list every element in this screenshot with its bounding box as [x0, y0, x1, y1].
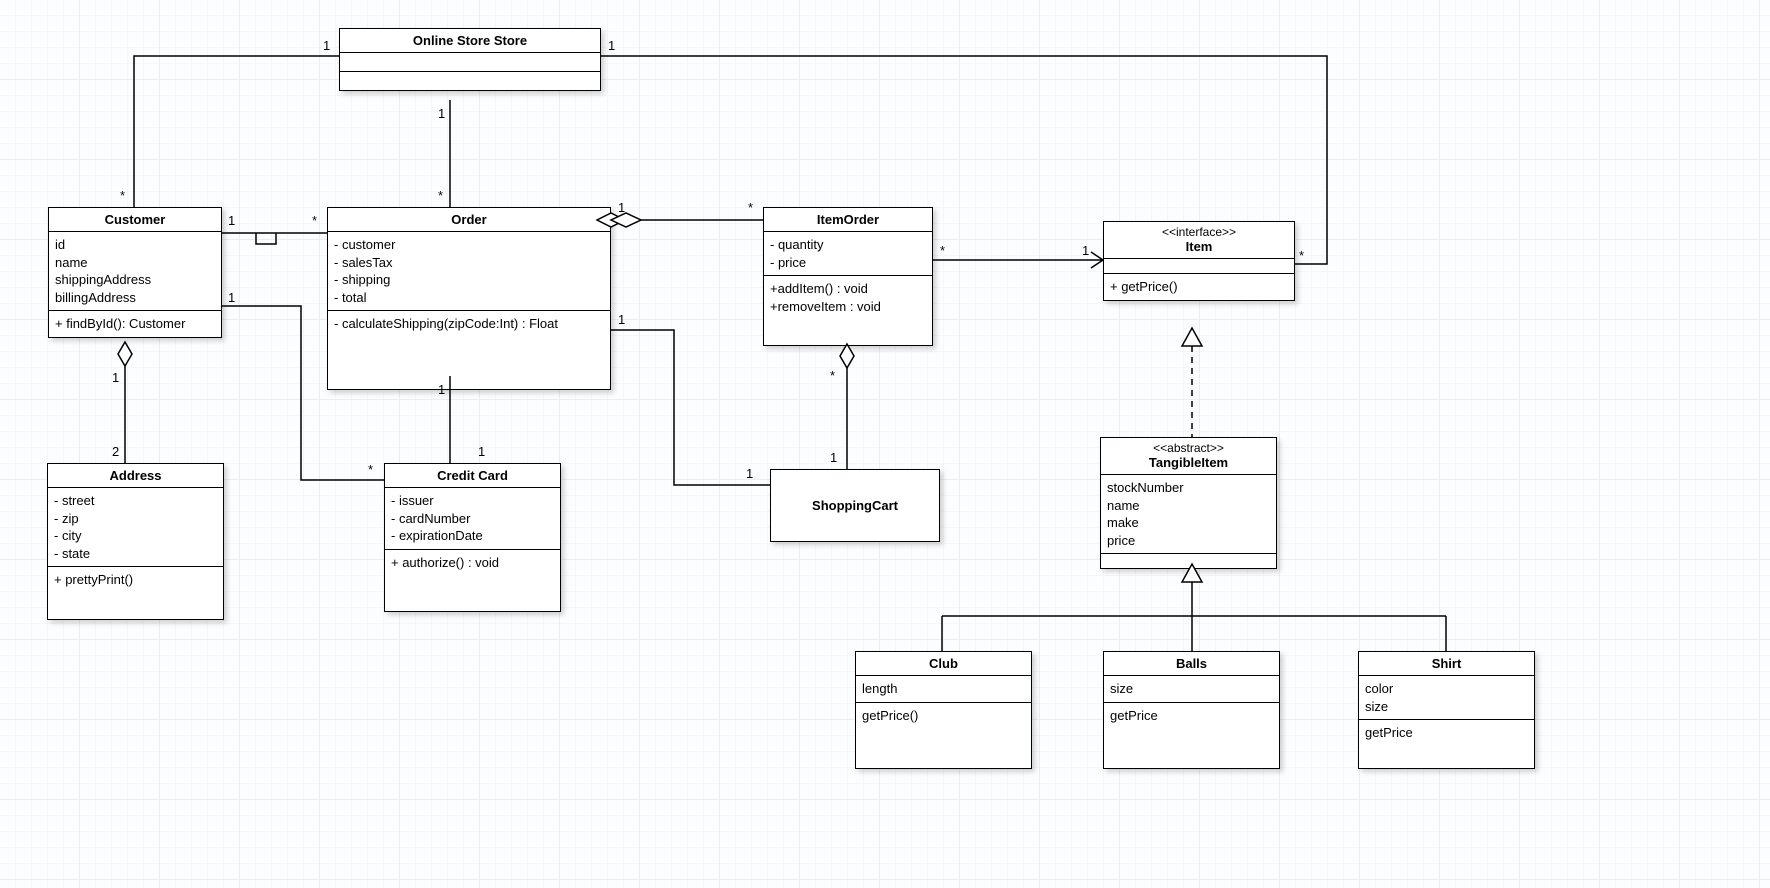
mult: * [120, 188, 125, 203]
mult: 1 [618, 312, 625, 327]
mult: * [438, 188, 443, 203]
uml-canvas: Online Store Store Customer id name ship… [0, 0, 1770, 888]
mult: 1 [228, 213, 235, 228]
mult: 2 [112, 444, 119, 459]
class-item[interactable]: <<interface>> Item + getPrice() [1103, 221, 1295, 301]
mult: 1 [608, 38, 615, 53]
class-balls[interactable]: Balls size getPrice [1103, 651, 1280, 769]
class-title: <<interface>> Item [1104, 222, 1294, 259]
class-title: ShoppingCart [771, 470, 939, 541]
class-order[interactable]: Order - customer - salesTax - shipping -… [327, 207, 611, 390]
mult: 1 [746, 466, 753, 481]
mult: 1 [438, 382, 445, 397]
class-title: Order [328, 208, 610, 232]
class-online-store[interactable]: Online Store Store [339, 28, 601, 91]
mult: * [312, 213, 317, 228]
mult: 1 [478, 444, 485, 459]
class-address[interactable]: Address - street - zip - city - state + … [47, 463, 224, 620]
mult: * [368, 462, 373, 477]
class-title: ItemOrder [764, 208, 932, 232]
mult: 1 [438, 106, 445, 121]
mult: 1 [830, 450, 837, 465]
class-shoppingcart[interactable]: ShoppingCart [770, 469, 940, 542]
mult: 1 [323, 38, 330, 53]
class-title: <<abstract>> TangibleItem [1101, 438, 1276, 475]
class-title: Club [856, 652, 1031, 676]
mult: * [1299, 248, 1304, 263]
mult: * [748, 200, 753, 215]
class-tangibleitem[interactable]: <<abstract>> TangibleItem stockNumber na… [1100, 437, 1277, 569]
mult: 1 [112, 370, 119, 385]
class-credit-card[interactable]: Credit Card - issuer - cardNumber - expi… [384, 463, 561, 612]
class-title: Online Store Store [340, 29, 600, 53]
class-customer[interactable]: Customer id name shippingAddress billing… [48, 207, 222, 338]
mult: 1 [228, 290, 235, 305]
class-club[interactable]: Club length getPrice() [855, 651, 1032, 769]
mult: * [830, 368, 835, 383]
class-itemorder[interactable]: ItemOrder - quantity - price +addItem() … [763, 207, 933, 346]
mult: 1 [618, 200, 625, 215]
class-title: Balls [1104, 652, 1279, 676]
class-title: Customer [49, 208, 221, 232]
class-title: Credit Card [385, 464, 560, 488]
mult: * [940, 243, 945, 258]
mult: 1 [1082, 243, 1089, 258]
class-title: Shirt [1359, 652, 1534, 676]
class-title: Address [48, 464, 223, 488]
class-shirt[interactable]: Shirt color size getPrice [1358, 651, 1535, 769]
